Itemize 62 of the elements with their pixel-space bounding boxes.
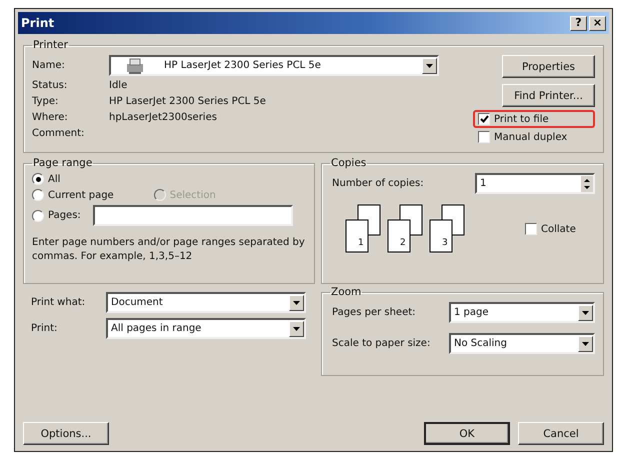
field-label: Name: bbox=[32, 60, 65, 71]
field-value: HP LaserJet 2300 Series PCL 5e bbox=[109, 96, 266, 106]
field-label: Print: bbox=[31, 323, 58, 334]
field-value: Idle bbox=[109, 80, 128, 90]
field-label: Scale to paper size: bbox=[332, 338, 430, 349]
printer-icon bbox=[124, 56, 146, 74]
radio-button[interactable] bbox=[32, 173, 44, 185]
field-label: Comment: bbox=[32, 128, 84, 138]
radio-label: Pages: bbox=[48, 210, 81, 221]
find-printer-button[interactable]: Find Printer... bbox=[502, 84, 595, 107]
group-label: Printer bbox=[32, 39, 69, 51]
field-label: Print what: bbox=[31, 297, 86, 308]
options-button[interactable]: Options... bbox=[23, 422, 109, 445]
dropdown-button[interactable] bbox=[289, 320, 304, 336]
dropdown-button[interactable] bbox=[578, 304, 593, 320]
radio-button[interactable] bbox=[32, 210, 44, 222]
copies-spinner[interactable]: 1 bbox=[475, 173, 595, 194]
radio-label: Selection bbox=[170, 190, 216, 200]
dropdown-arrow-icon bbox=[293, 326, 300, 330]
checkbox[interactable]: Collate bbox=[520, 220, 581, 238]
radio-button[interactable] bbox=[32, 189, 44, 201]
pages-icon bbox=[428, 204, 466, 254]
pages-icon bbox=[344, 204, 382, 254]
page-number: 3 bbox=[442, 238, 448, 248]
field-label: Type: bbox=[32, 96, 58, 106]
group-label: Page range bbox=[32, 157, 94, 169]
dropdown[interactable]: No Scaling bbox=[449, 333, 595, 354]
properties-button[interactable]: Properties bbox=[502, 55, 595, 78]
group-label: Zoom bbox=[330, 286, 362, 298]
printer-dropdown[interactable]: HP LaserJet 2300 Series PCL 5e bbox=[109, 55, 439, 76]
cancel-button[interactable]: Cancel bbox=[518, 422, 604, 445]
group-label: Copies bbox=[330, 157, 368, 169]
dropdown[interactable]: All pages in range bbox=[106, 318, 306, 339]
dropdown-arrow-icon bbox=[582, 342, 589, 346]
hint-text: Enter page numbers and/or page ranges separated by commas. For example, 1,3,5–12 bbox=[32, 236, 306, 264]
dropdown-arrow-icon bbox=[582, 310, 589, 314]
spinner-arrows-icon bbox=[581, 176, 593, 192]
field-label: Number of copies: bbox=[332, 178, 424, 189]
dropdown-arrow-icon bbox=[426, 64, 433, 68]
field-label: Status: bbox=[32, 80, 68, 90]
dropdown-arrow-icon bbox=[293, 300, 300, 304]
field-label: Pages per sheet: bbox=[332, 307, 416, 318]
window-title: Print bbox=[21, 16, 54, 30]
checkbox[interactable]: Print to file bbox=[473, 110, 595, 128]
ok-button[interactable]: OK bbox=[424, 422, 510, 445]
field-label: Where: bbox=[32, 112, 68, 122]
radio-label: All bbox=[48, 174, 60, 184]
pages-input[interactable] bbox=[92, 205, 293, 226]
page-number: 2 bbox=[400, 238, 406, 248]
checkbox[interactable]: Manual duplex bbox=[473, 128, 595, 146]
dropdown-button[interactable] bbox=[289, 294, 304, 310]
close-button[interactable]: × bbox=[589, 16, 606, 30]
page-number: 1 bbox=[358, 238, 364, 248]
field-value: hpLaserJet2300series bbox=[109, 112, 217, 122]
dropdown-button[interactable] bbox=[422, 58, 437, 74]
checkmark-icon bbox=[480, 115, 488, 123]
radio-label: Current page bbox=[48, 190, 114, 200]
dropdown[interactable]: 1 page bbox=[449, 302, 595, 323]
help-button[interactable]: ? bbox=[570, 16, 587, 30]
dropdown[interactable]: Document bbox=[106, 292, 306, 313]
pages-icon bbox=[386, 204, 424, 254]
dropdown-button[interactable] bbox=[578, 336, 593, 352]
